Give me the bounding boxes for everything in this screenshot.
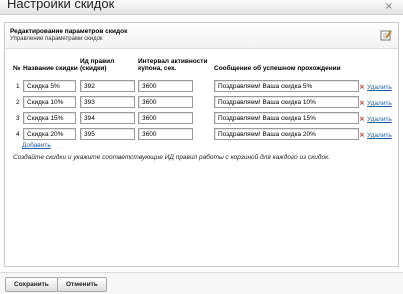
col-header-rule-id: Ид правил (скидки): [80, 58, 115, 72]
delete-x-icon[interactable]: ×: [359, 115, 365, 123]
rule-id-input[interactable]: [80, 80, 135, 92]
discount-name-input[interactable]: [23, 128, 76, 140]
interval-input[interactable]: [138, 112, 193, 124]
dialog-title: Настройки скидок: [7, 0, 115, 11]
delete-x-icon[interactable]: ×: [359, 83, 365, 91]
settings-panel: Редактирование параметров скидок Управле…: [4, 22, 399, 267]
delete-link[interactable]: Удалить: [367, 116, 392, 123]
discount-name-input[interactable]: [23, 96, 76, 108]
message-input[interactable]: [214, 128, 359, 140]
dialog-footer: Сохранить Отменить: [0, 272, 403, 294]
delete-x-icon[interactable]: ×: [359, 131, 365, 139]
delete-x-icon[interactable]: ×: [359, 99, 365, 107]
hint-text: Создайте скидки и укажите соответствующи…: [13, 154, 330, 161]
edit-icon[interactable]: [380, 29, 392, 41]
col-header-name: Название скидки: [23, 65, 78, 72]
interval-input[interactable]: [138, 80, 193, 92]
add-discount-link[interactable]: Добавить: [22, 142, 51, 149]
interval-input[interactable]: [138, 96, 193, 108]
cancel-button[interactable]: Отменить: [57, 277, 107, 292]
row-number: 2: [16, 99, 20, 106]
dialog-titlebar[interactable]: Настройки скидок ×: [0, 0, 403, 15]
message-input[interactable]: [214, 112, 359, 124]
panel-subtitle: Управление параметрами скидок: [10, 36, 103, 42]
col-header-message: Сообщение об успешном прохождении: [214, 65, 341, 72]
discount-settings-dialog: Настройки скидок × Редактирование параме…: [0, 0, 403, 294]
row-number: 4: [16, 131, 20, 138]
close-icon[interactable]: ×: [385, 1, 393, 12]
interval-input[interactable]: [138, 128, 193, 140]
row-number: 1: [16, 83, 20, 90]
col-header-num: №: [13, 65, 21, 72]
rule-id-input[interactable]: [80, 128, 135, 140]
rule-id-input[interactable]: [80, 96, 135, 108]
delete-link[interactable]: Удалить: [367, 100, 392, 107]
save-button[interactable]: Сохранить: [5, 277, 58, 292]
row-number: 3: [16, 115, 20, 122]
discount-name-input[interactable]: [23, 80, 76, 92]
message-input[interactable]: [214, 80, 359, 92]
panel-title: Редактирование параметров скидок: [10, 28, 128, 35]
discount-name-input[interactable]: [23, 112, 76, 124]
delete-link[interactable]: Удалить: [367, 84, 392, 91]
panel-header: Редактирование параметров скидок Управле…: [5, 23, 398, 49]
rule-id-input[interactable]: [80, 112, 135, 124]
delete-link[interactable]: Удалить: [367, 132, 392, 139]
message-input[interactable]: [214, 96, 359, 108]
